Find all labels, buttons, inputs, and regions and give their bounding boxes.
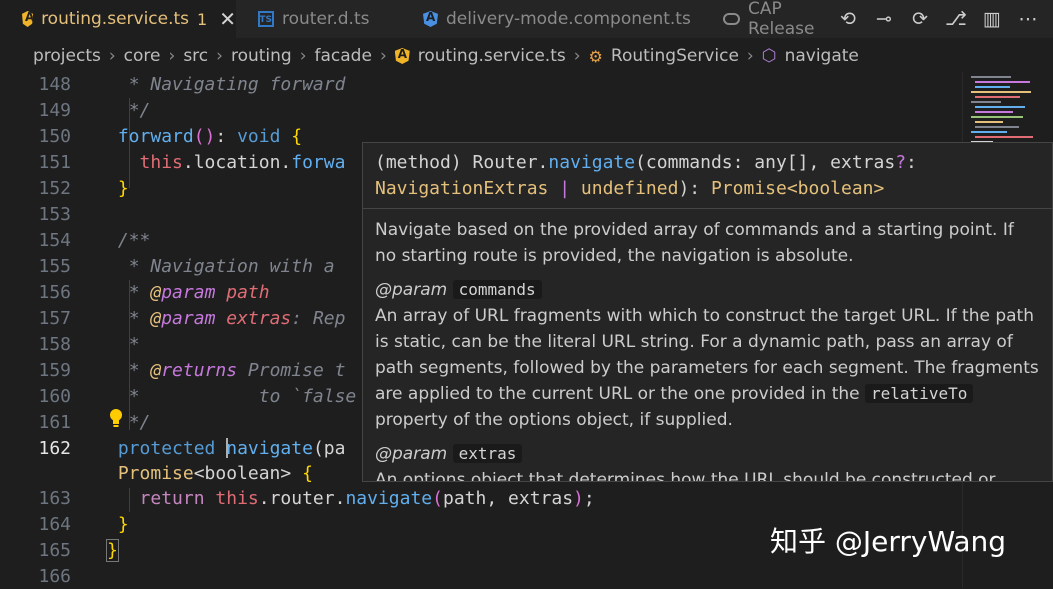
line-number: 159 [38,360,71,381]
source-control-icon[interactable]: ⎇ [945,8,967,30]
line-number: 165 [38,540,71,561]
code-line[interactable]: return this.router.navigate(path, extras… [107,486,595,511]
chevron-right-icon: › [168,46,176,66]
method-icon: ⬡ [761,46,777,66]
angular-icon [22,11,34,27]
angular-icon [394,48,410,64]
breadcrumb-item[interactable]: core [124,46,161,66]
code-line[interactable]: * [107,332,140,357]
breadcrumb-item[interactable]: src [183,46,208,66]
angular-icon [423,11,438,27]
line-number: 149 [38,100,71,121]
code-line[interactable]: * @returns Promise t [107,358,346,383]
line-number: 156 [38,282,71,303]
breadcrumb-item[interactable]: projects [33,46,101,66]
tab-label: router.d.ts [282,9,370,29]
line-number: 166 [38,566,71,587]
close-icon[interactable]: ✕ [219,7,236,31]
param-commands: @param commands [375,277,1040,303]
chevron-right-icon: › [573,46,581,66]
chevron-right-icon: › [108,46,116,66]
method-signature: (method) Router.navigate(commands: any[]… [363,143,1052,209]
documentation: Navigate based on the provided array of … [363,209,1052,482]
chevron-right-icon: › [299,46,307,66]
breadcrumb: projects › core › src › routing › facade… [0,38,1053,74]
tab-delivery-mode[interactable]: delivery-mode.component.ts [401,0,701,38]
param-commands-description: An array of URL fragments with which to … [375,306,1039,430]
problem-count-badge: 1 [197,9,208,29]
watermark: 知乎 @JerryWang [770,525,1007,558]
breadcrumb-item[interactable]: RoutingService [611,46,739,66]
line-number: 163 [38,488,71,509]
line-number: 148 [38,74,71,95]
chevron-right-icon: › [746,46,754,66]
line-number: 153 [38,204,71,225]
code-line[interactable]: * @param path [107,280,270,305]
hover-tooltip: (method) Router.navigate(commands: any[]… [362,142,1053,482]
line-number: 150 [38,126,71,147]
line-number: 158 [38,334,71,355]
line-number: 157 [38,308,71,329]
line-number: 160 [38,386,71,407]
method-description: Navigate based on the provided array of … [375,220,1014,266]
line-number: 164 [38,514,71,535]
go-back-icon[interactable]: ⟲ [837,8,859,30]
code-line[interactable]: forward(): void { [107,124,302,149]
more-actions-icon[interactable]: ⋯ [1017,8,1039,30]
breadcrumb-item[interactable]: routing.service.ts [418,46,566,66]
chevron-right-icon: › [216,46,223,66]
breadcrumb-item[interactable]: facade [315,46,372,66]
tab-cap-release[interactable]: CAP Release [701,0,846,38]
code-line[interactable]: } [106,538,119,563]
tab-bar: routing.service.ts 1 ✕ TS router.d.ts de… [0,0,1053,38]
line-number: 155 [38,256,71,277]
code-line[interactable]: * to `false [107,384,357,409]
lightbulb-icon[interactable] [108,408,124,428]
split-editor-icon[interactable]: ▥ [981,8,1003,30]
param-extras: @param extras [375,441,1040,467]
go-forward-icon[interactable]: ⟳ [909,8,931,30]
tab-label: delivery-mode.component.ts [446,9,691,29]
code-line[interactable]: */ [107,98,151,123]
timeline-icon[interactable]: ⊸ [873,8,895,30]
code-line[interactable]: * Navigating forward [107,72,346,97]
code-line[interactable]: /** [107,228,151,253]
typescript-icon: TS [258,11,274,27]
param-extras-description: An options object that determines how th… [375,470,996,482]
cloud-icon [723,13,740,25]
class-icon: ⚙ [588,46,603,66]
tab-routing-service[interactable]: routing.service.ts 1 ✕ [0,0,236,38]
code-line[interactable]: protected navigate(pa [107,436,345,461]
tab-label: routing.service.ts [41,9,190,29]
code-line[interactable]: } [107,176,129,201]
code-line[interactable]: * @param extras: Rep [107,306,346,331]
code-line[interactable]: * Navigation with a [107,254,335,279]
tab-label: CAP Release [748,0,815,38]
code-line[interactable]: } [107,512,129,537]
tab-router-d[interactable]: TS router.d.ts [236,0,401,38]
line-number: 152 [38,178,71,199]
line-number: 154 [38,230,71,251]
code-line[interactable]: Promise<boolean> { [107,461,313,486]
breadcrumb-item[interactable]: navigate [785,46,859,66]
breadcrumb-item[interactable]: routing [231,46,292,66]
line-number-current: 162 [38,438,71,459]
line-number: 151 [38,152,71,173]
code-line[interactable]: this.location.forwa [107,150,346,175]
editor-toolbar: ⟲ ⊸ ⟳ ⎇ ▥ ⋯ [837,0,1039,38]
chevron-right-icon: › [379,46,387,66]
line-number: 161 [38,412,71,433]
